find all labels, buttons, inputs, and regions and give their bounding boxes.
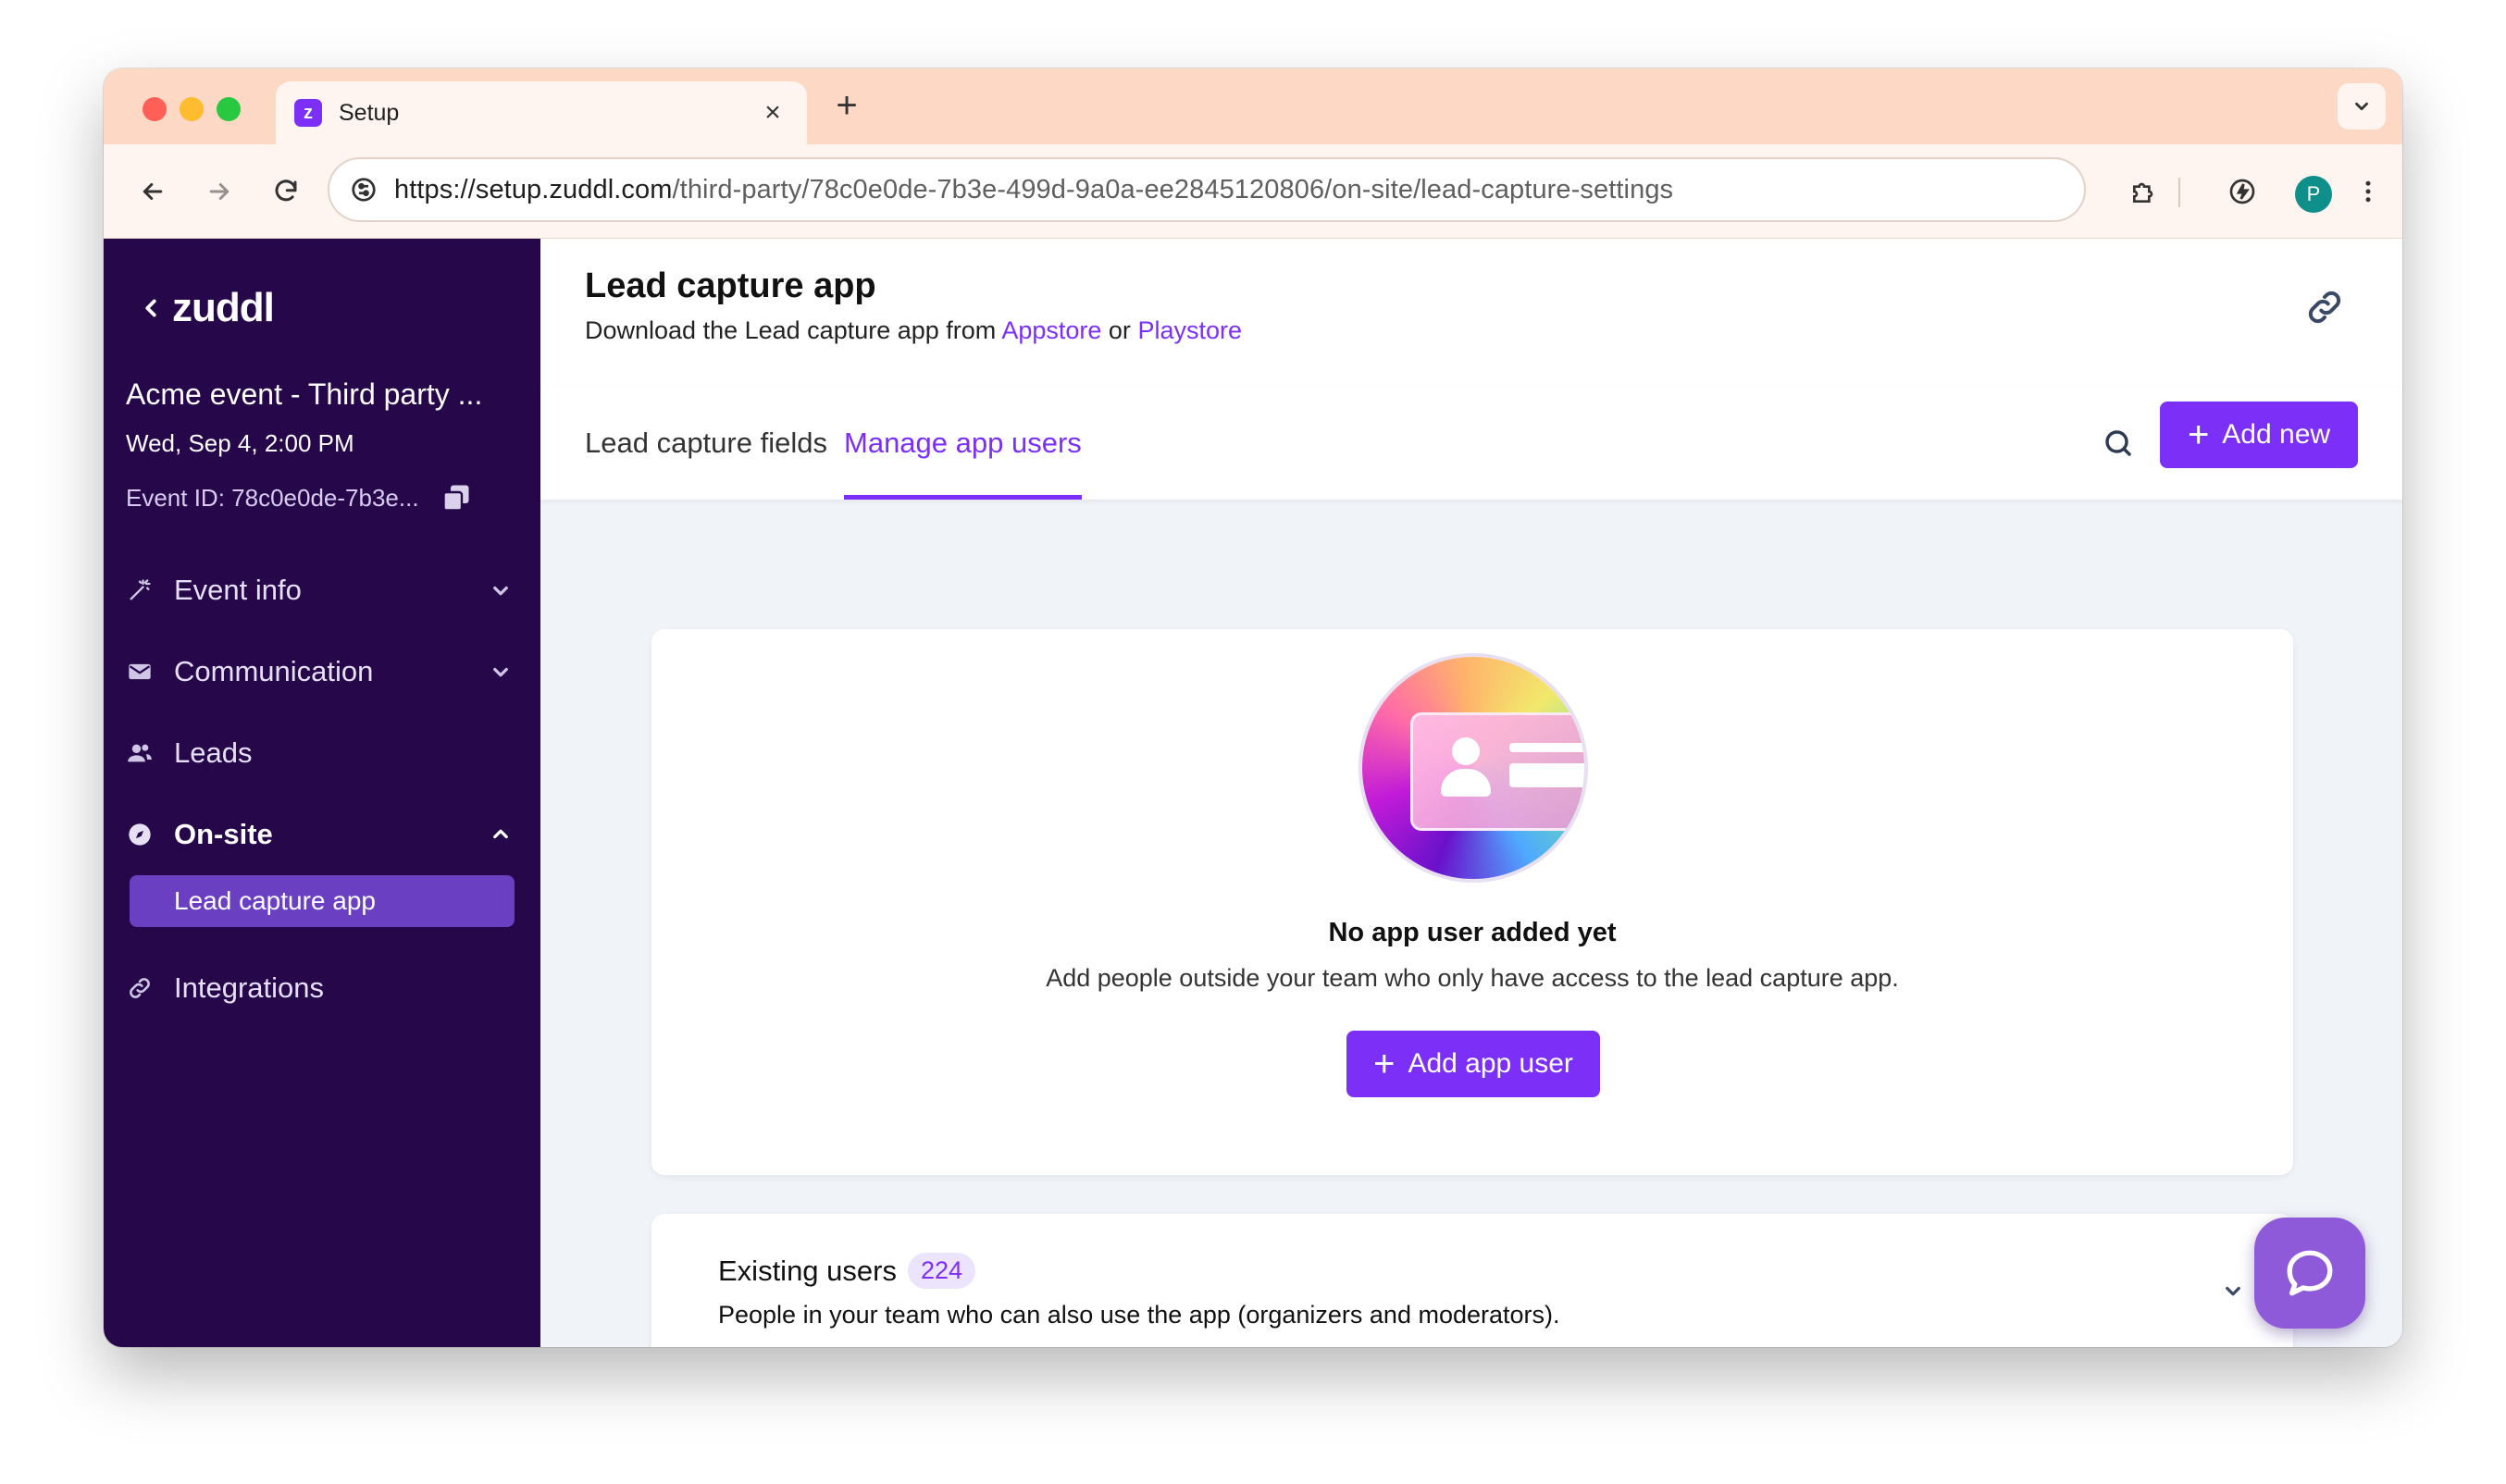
event-date: Wed, Sep 4, 2:00 PM: [126, 429, 354, 457]
site-info-icon[interactable]: [350, 176, 378, 204]
browser-menu-button[interactable]: [2345, 168, 2391, 215]
reload-button[interactable]: [263, 168, 309, 215]
empty-state-card: No app user added yet Add people outside…: [651, 629, 2293, 1175]
chevron-up-icon: [493, 829, 508, 839]
mail-icon: [126, 658, 154, 686]
url-path: /third-party/78c0e0de-7b3e-499d-9a0a-ee2…: [672, 174, 1674, 204]
existing-users-count-badge: 224: [907, 1253, 976, 1289]
chevron-left-icon: [145, 299, 156, 317]
sidebar-item-label: Leads: [174, 736, 253, 769]
page-title: Lead capture app: [585, 266, 876, 305]
existing-users-card[interactable]: Existing users 224 People in your team w…: [651, 1214, 2293, 1347]
back-button[interactable]: [130, 168, 176, 215]
page-subtitle: Download the Lead capture app from Appst…: [585, 316, 1242, 345]
search-icon: [2105, 430, 2131, 456]
performance-button[interactable]: [2219, 168, 2265, 215]
toolbar-separator: [2178, 178, 2180, 207]
add-app-user-button[interactable]: + Add app user: [1346, 1031, 1600, 1097]
illustration-person-body: [1441, 769, 1491, 797]
event-id-row: Event ID: 78c0e0de-7b3e...: [126, 481, 473, 514]
tab-strip: z Setup × +: [104, 68, 2402, 144]
sidebar-item-communication[interactable]: Communication: [126, 646, 518, 698]
profile-avatar[interactable]: P: [2295, 176, 2332, 213]
chevron-down-icon: [493, 667, 508, 677]
leaf-bolt-icon: [2229, 179, 2255, 204]
empty-state-title: No app user added yet: [1328, 918, 1617, 947]
browser-tab-setup[interactable]: z Setup ×: [276, 81, 807, 144]
existing-users-description: People in your team who can also use the…: [718, 1301, 1560, 1329]
sidebar: zuddl Acme event - Third party ... Wed, …: [104, 239, 540, 1347]
arrow-left-icon: [143, 183, 163, 200]
add-new-label: Add new: [2222, 419, 2331, 450]
url-text: https://setup.zuddl.com/third-party/78c0…: [394, 175, 1673, 205]
chat-bubble-icon: [2287, 1250, 2333, 1296]
appstore-link[interactable]: Appstore: [1001, 316, 1101, 344]
tab-search-button[interactable]: [2338, 83, 2386, 130]
new-tab-button[interactable]: +: [825, 85, 868, 127]
sidebar-subitem-lead-capture-app[interactable]: Lead capture app: [130, 875, 515, 927]
chevron-down-icon: [493, 586, 508, 596]
add-app-user-label: Add app user: [1408, 1048, 1573, 1079]
existing-users-title: Existing users: [718, 1254, 897, 1287]
close-window-button[interactable]: [143, 97, 167, 121]
sidebar-item-integrations[interactable]: Integrations: [126, 962, 518, 1014]
plus-icon: +: [1373, 1044, 1396, 1084]
existing-users-header: Existing users 224: [718, 1253, 976, 1289]
brand-back-link[interactable]: zuddl: [137, 285, 275, 331]
copy-link-icon[interactable]: [2304, 287, 2345, 328]
minimize-window-button[interactable]: [180, 97, 204, 121]
illustration-line: [1509, 763, 1584, 787]
tab-close-icon[interactable]: ×: [757, 97, 788, 129]
url-domain: https://setup.zuddl.com: [394, 174, 673, 204]
puzzle-icon: [2133, 182, 2153, 203]
arrow-right-icon: [209, 183, 230, 200]
tab-manage-app-users[interactable]: Manage app users: [844, 387, 1082, 500]
sidebar-item-label: Event info: [174, 574, 302, 606]
browser-window: z Setup × + https://setup.zuddl.com/thir…: [104, 68, 2402, 1347]
illustration-person-head: [1452, 737, 1480, 765]
sidebar-item-label: On-site: [174, 818, 273, 850]
id-card-illustration-icon: [1362, 657, 1584, 879]
sidebar-item-label: Integrations: [174, 971, 324, 1004]
chevron-down-icon: [2355, 102, 2368, 111]
page-header: Lead capture app Download the Lead captu…: [540, 239, 2402, 387]
event-id: Event ID: 78c0e0de-7b3e...: [126, 483, 419, 512]
link-icon: [126, 974, 154, 1002]
tab-lead-capture-fields[interactable]: Lead capture fields: [585, 387, 827, 500]
reload-icon: [275, 179, 297, 202]
main-content: Lead capture app Download the Lead captu…: [540, 239, 2402, 1347]
magic-wand-icon: [126, 576, 154, 604]
empty-state-description: Add people outside your team who only ha…: [1046, 964, 1899, 992]
maximize-window-button[interactable]: [217, 97, 241, 121]
add-new-button[interactable]: + Add new: [2160, 402, 2358, 468]
subtitle-text: Download the Lead capture app from: [585, 316, 997, 344]
zuddl-favicon-icon: z: [294, 99, 322, 127]
browser-toolbar: https://setup.zuddl.com/third-party/78c0…: [104, 144, 2402, 239]
compass-icon: [126, 821, 154, 848]
users-icon: [126, 739, 154, 767]
copy-icon[interactable]: [440, 481, 473, 514]
chevron-down-icon[interactable]: [2219, 1277, 2247, 1305]
address-bar[interactable]: https://setup.zuddl.com/third-party/78c0…: [328, 157, 2086, 222]
zuddl-logo: zuddl: [172, 285, 275, 330]
more-vertical-icon: [2365, 180, 2371, 203]
plus-icon: +: [2187, 414, 2210, 455]
tab-title: Setup: [339, 99, 400, 126]
sidebar-item-on-site[interactable]: On-site: [126, 809, 518, 860]
event-name: Acme event - Third party ...: [126, 377, 483, 411]
illustration-line: [1509, 743, 1584, 752]
illustration-card: [1410, 712, 1584, 831]
sidebar-item-event-info[interactable]: Event info: [126, 564, 518, 616]
sidebar-item-label: Communication: [174, 655, 374, 687]
playstore-link[interactable]: Playstore: [1137, 316, 1242, 344]
extensions-button[interactable]: [2121, 168, 2167, 215]
search-button[interactable]: [2095, 420, 2141, 466]
sidebar-item-leads[interactable]: Leads: [126, 727, 518, 779]
forward-button[interactable]: [196, 168, 242, 215]
chat-support-button[interactable]: [2254, 1218, 2365, 1329]
tabs-bar: Lead capture fields Manage app users + A…: [540, 387, 2402, 500]
subtitle-or: or: [1108, 316, 1131, 344]
